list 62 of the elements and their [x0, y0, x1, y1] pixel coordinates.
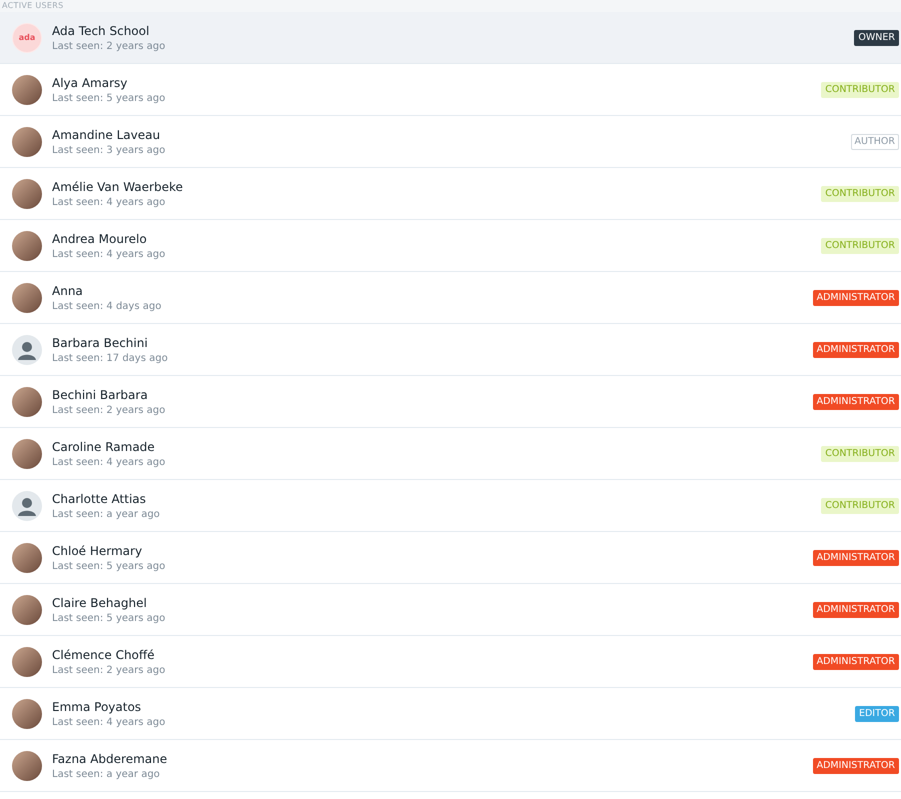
- role-label: AUTHOR: [850, 134, 899, 150]
- last-seen-text: Last seen: 3 years ago: [52, 144, 166, 156]
- role-label: ADMINISTRATOR: [812, 654, 899, 670]
- last-seen-text: Last seen: 17 days ago: [52, 352, 169, 364]
- last-seen-text: Last seen: 5 years ago: [52, 92, 166, 104]
- photo-placeholder: [12, 230, 42, 260]
- user-name: Andrea Mourelo: [52, 232, 148, 246]
- last-seen-text: Last seen: 4 years ago: [52, 716, 166, 728]
- last-seen-text: Last seen: a year ago: [52, 508, 161, 520]
- last-seen-text: Last seen: 2 years ago: [52, 664, 166, 676]
- role-label: ADMINISTRATOR: [812, 342, 899, 358]
- user-row[interactable]: ada Ada Tech School Last seen: 2 years ago OWNER: [0, 12, 901, 64]
- person-silhouette-icon: [12, 490, 42, 520]
- role-label: CONTRIBUTOR: [821, 82, 899, 98]
- last-seen-text: Last seen: 5 years ago: [52, 612, 166, 624]
- role-label: ADMINISTRATOR: [812, 290, 899, 306]
- user-name: Clémence Choffé: [52, 648, 156, 662]
- user-name: Emma Poyatos: [52, 700, 142, 714]
- photo-placeholder: [12, 126, 42, 156]
- last-seen-text: Last seen: 4 years ago: [52, 248, 166, 260]
- user-name: Caroline Ramade: [52, 440, 156, 454]
- photo-placeholder: [12, 750, 42, 780]
- role-label: ADMINISTRATOR: [812, 550, 899, 566]
- photo-placeholder: [12, 178, 42, 208]
- photo-placeholder: [12, 74, 42, 104]
- photo-placeholder: [12, 386, 42, 416]
- last-seen-text: Last seen: 4 years ago: [52, 196, 166, 208]
- user-name: Ada Tech School: [52, 24, 150, 38]
- photo-placeholder: [12, 282, 42, 312]
- role-label: ADMINISTRATOR: [812, 394, 899, 410]
- role-label: CONTRIBUTOR: [821, 446, 899, 462]
- user-name: Charlotte Attias: [52, 492, 147, 506]
- photo-placeholder: [12, 698, 42, 728]
- last-seen-text: Last seen: 2 years ago: [52, 404, 166, 416]
- user-name: Alya Amarsy: [52, 76, 128, 90]
- user-name: Anna: [52, 284, 84, 298]
- user-name: Bechini Barbara: [52, 388, 149, 402]
- user-name: Barbara Bechini: [52, 336, 149, 350]
- last-seen-text: Last seen: 4 days ago: [52, 300, 162, 312]
- user-name: Amandine Laveau: [52, 128, 162, 142]
- role-label: ADMINISTRATOR: [812, 602, 899, 618]
- last-seen-text: Last seen: 5 years ago: [52, 560, 166, 572]
- role-label: CONTRIBUTOR: [821, 186, 899, 202]
- photo-placeholder: [12, 542, 42, 572]
- photo-placeholder: [12, 646, 42, 676]
- person-silhouette-icon: [12, 334, 42, 364]
- photo-placeholder: [12, 594, 42, 624]
- user-name: Claire Behaghel: [52, 596, 148, 610]
- last-seen-text: Last seen: 2 years ago: [52, 40, 166, 52]
- last-seen-text: Last seen: a year ago: [52, 768, 161, 780]
- role-label: CONTRIBUTOR: [821, 498, 899, 514]
- user-name: Amélie Van Waerbeke: [52, 180, 184, 194]
- photo-placeholder: [12, 438, 42, 468]
- last-seen-text: Last seen: 4 years ago: [52, 456, 166, 468]
- role-label: EDITOR: [854, 706, 899, 722]
- role-label: CONTRIBUTOR: [821, 238, 899, 254]
- role-label: OWNER: [854, 30, 899, 46]
- user-name: Fazna Abderemane: [52, 752, 168, 766]
- role-label: ADMINISTRATOR: [812, 758, 899, 774]
- logo-text: ada: [18, 33, 36, 42]
- user-name: Chloé Hermary: [52, 544, 144, 558]
- section-title: ACTIVE USERS: [2, 2, 64, 10]
